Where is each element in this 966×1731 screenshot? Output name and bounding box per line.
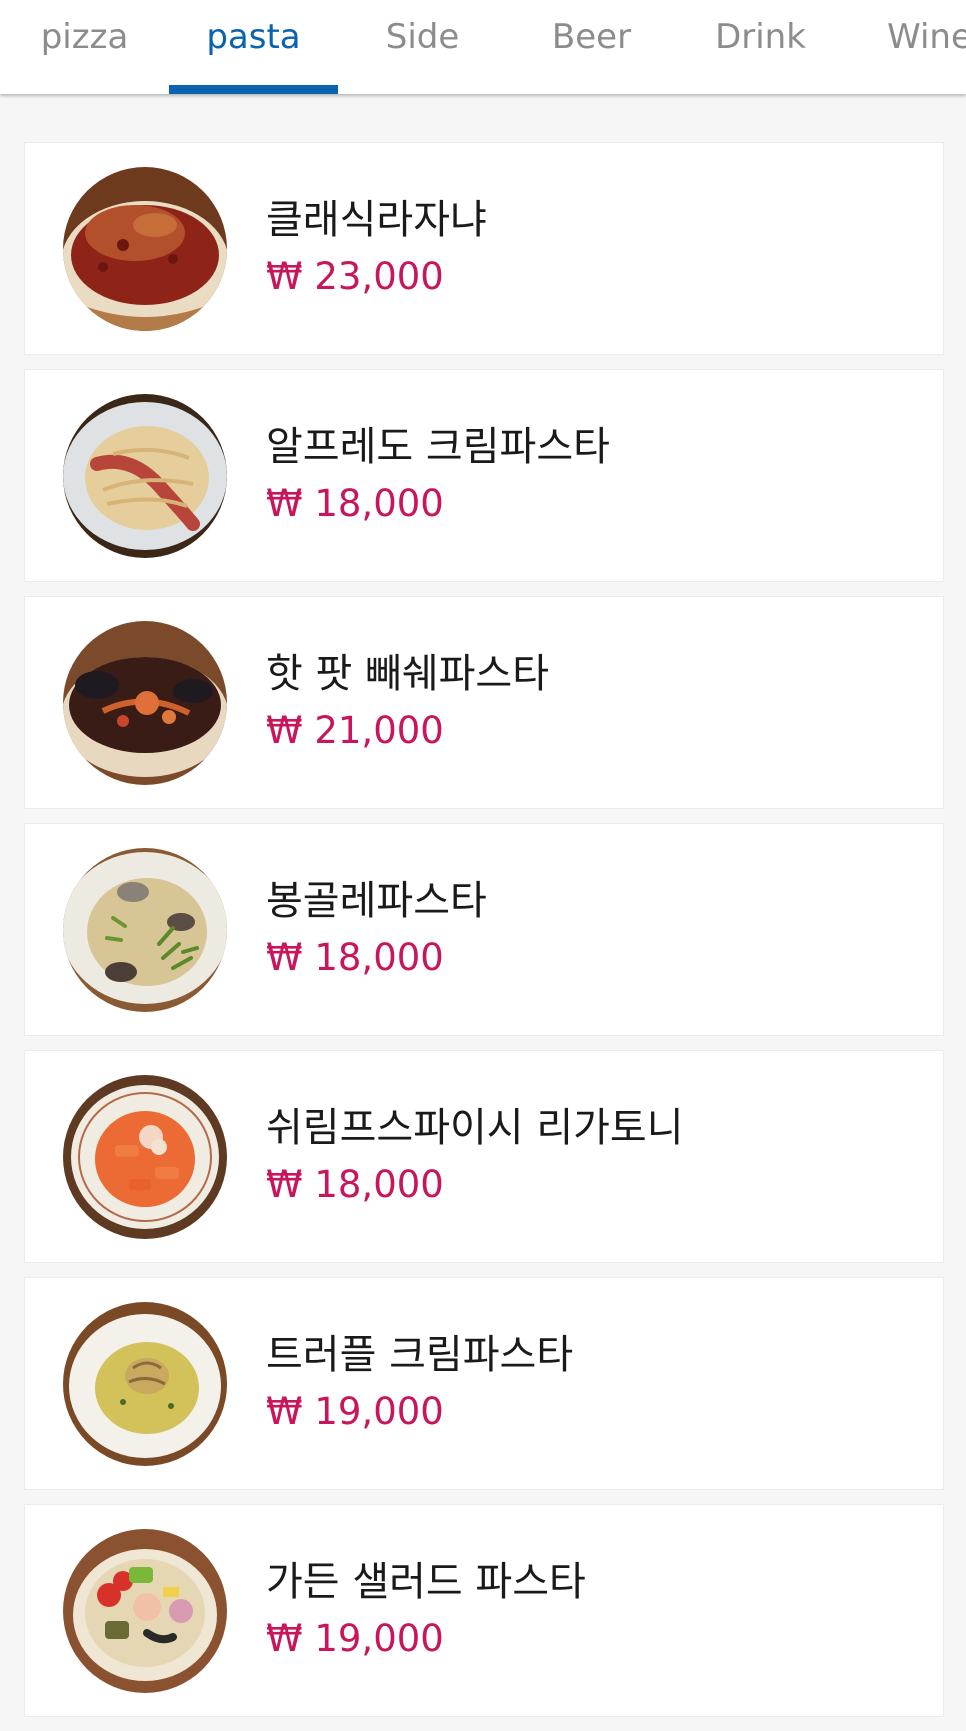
- menu-list: 클래식라자냐 ₩ 23,000 알프레도 크림파스타 ₩ 18,000 핫 팟 …: [24, 142, 944, 1731]
- menu-item-price: ₩ 19,000: [266, 1617, 444, 1660]
- menu-item-card[interactable]: 핫 팟 빼쉐파스타 ₩ 21,000: [24, 596, 944, 809]
- lasagna-dish-image: [63, 167, 227, 331]
- menu-item-price: ₩ 21,000: [266, 709, 444, 752]
- menu-item-price: ₩ 19,000: [266, 1390, 444, 1433]
- tab-beer[interactable]: Beer: [507, 0, 676, 94]
- vongole-pasta-image: [63, 848, 227, 1012]
- tab-pasta[interactable]: pasta: [169, 0, 338, 94]
- seafood-pasta-image: [63, 621, 227, 785]
- menu-item-card[interactable]: 알프레도 크림파스타 ₩ 18,000: [24, 369, 944, 582]
- menu-item-name: 쉬림프스파이시 리가토니: [266, 1105, 684, 1151]
- menu-item-card[interactable]: 트러플 크림파스타 ₩ 19,000: [24, 1277, 944, 1490]
- category-tab-bar: pizza pasta Side Beer Drink Wine: [0, 0, 966, 94]
- garden-salad-pasta-image: [63, 1529, 227, 1693]
- menu-item-price: ₩ 18,000: [266, 482, 444, 525]
- menu-item-card[interactable]: 가든 샐러드 파스타 ₩ 19,000: [24, 1504, 944, 1717]
- menu-item-name: 트러플 크림파스타: [266, 1332, 574, 1378]
- truffle-pasta-image: [63, 1302, 227, 1466]
- alfredo-pasta-image: [63, 394, 227, 558]
- menu-item-name: 봉골레파스타: [266, 878, 487, 924]
- menu-item-price: ₩ 23,000: [266, 255, 444, 298]
- menu-item-name: 알프레도 크림파스타: [266, 424, 610, 470]
- menu-item-name: 핫 팟 빼쉐파스타: [266, 651, 550, 697]
- menu-item-price: ₩ 18,000: [266, 1163, 444, 1206]
- menu-item-price: ₩ 18,000: [266, 936, 444, 979]
- tab-drink[interactable]: Drink: [676, 0, 845, 94]
- menu-item-card[interactable]: 클래식라자냐 ₩ 23,000: [24, 142, 944, 355]
- tab-pizza[interactable]: pizza: [0, 0, 169, 94]
- shrimp-rigatoni-image: [63, 1075, 227, 1239]
- tab-wine[interactable]: Wine: [845, 0, 966, 94]
- menu-item-name: 가든 샐러드 파스타: [266, 1559, 586, 1605]
- menu-item-name: 클래식라자냐: [266, 197, 487, 243]
- tab-side[interactable]: Side: [338, 0, 507, 94]
- menu-item-card[interactable]: 쉬림프스파이시 리가토니 ₩ 18,000: [24, 1050, 944, 1263]
- menu-item-card[interactable]: 봉골레파스타 ₩ 18,000: [24, 823, 944, 1036]
